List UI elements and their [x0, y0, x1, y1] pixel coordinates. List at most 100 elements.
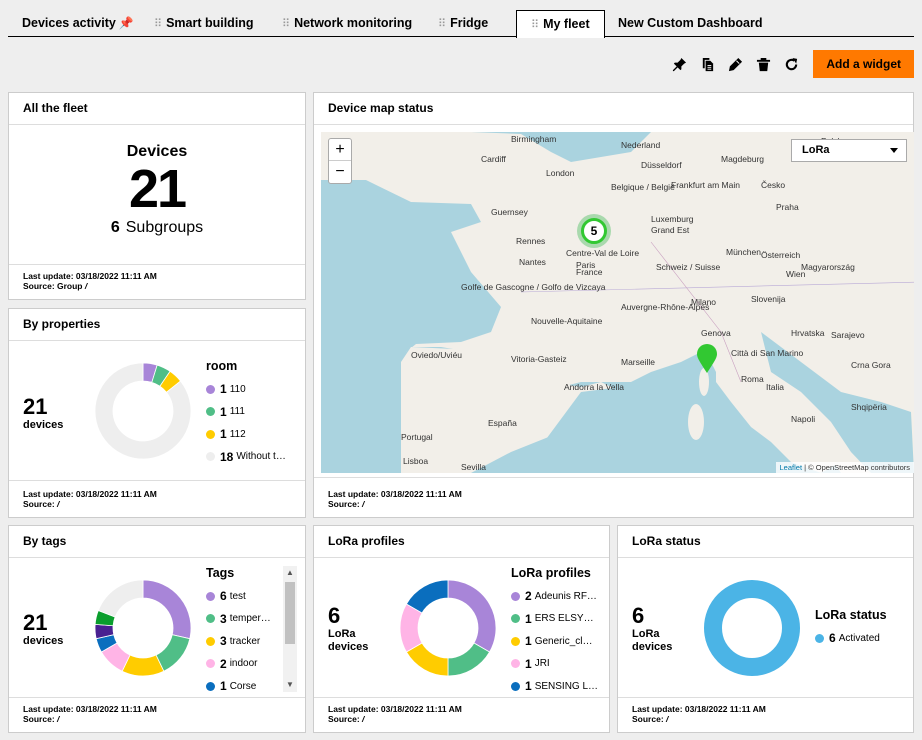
legend-item[interactable]: 3 tracker: [206, 630, 271, 653]
map-marker-icon[interactable]: [696, 344, 718, 374]
osm-credit: | © OpenStreetMap contributors: [802, 463, 910, 472]
pin-icon: 📌: [118, 16, 134, 30]
source-link[interactable]: /: [57, 499, 59, 509]
donut-slice[interactable]: [447, 579, 497, 653]
legend-count: 1: [525, 634, 532, 649]
map-city-label: Grand Est: [651, 225, 690, 235]
tab-my-fleet[interactable]: ⠿ My fleet: [516, 10, 605, 38]
widget-title: By properties: [9, 309, 305, 341]
map-city-label: Napoli: [791, 414, 816, 424]
legend-dot-icon: [511, 614, 520, 624]
legend-count: 6: [220, 589, 227, 604]
widget-footer: Last update: 03/18/2022 11:11 AM Source:…: [23, 271, 157, 291]
legend-item[interactable]: 6 test: [206, 585, 271, 608]
drag-handle-icon[interactable]: ⠿: [154, 18, 162, 30]
legend-dot-icon: [511, 591, 520, 601]
legend-item[interactable]: 3 temper…: [206, 608, 271, 631]
count-label: LoRa: [328, 628, 356, 640]
legend-dot-icon: [511, 636, 520, 646]
tab-fridge[interactable]: ⠿ Fridge: [438, 10, 488, 36]
legend-count: 1: [220, 404, 227, 419]
scroll-down-icon[interactable]: ▼: [283, 678, 297, 692]
legend-item[interactable]: 2 indoor: [206, 653, 271, 676]
map-city-label: Belgique / België: [611, 182, 675, 192]
count-number: 21: [23, 394, 48, 419]
source-link[interactable]: /: [362, 499, 364, 509]
legend-label: JRI: [534, 658, 550, 670]
widget-device-map-status: Device map status Birmingham Cardiff Londo…: [313, 92, 914, 518]
map-city-label: Birmingham: [511, 134, 557, 144]
widget-by-properties: By properties 21 devices room 1 110 1 111 1 1…: [8, 308, 306, 518]
source-link[interactable]: /: [666, 714, 668, 724]
source-link[interactable]: /: [362, 714, 364, 724]
legend-title: room: [206, 359, 238, 373]
legend-dot-icon: [815, 633, 824, 643]
tab-network-monitoring[interactable]: ⠿ Network monitoring: [282, 10, 412, 36]
count-number: 6: [328, 603, 341, 628]
last-update: Last update: 03/18/2022 11:11 AM: [23, 489, 157, 499]
add-widget-button[interactable]: Add a widget: [813, 50, 914, 78]
tab-devices-activity[interactable]: Devices activity 📌: [22, 10, 134, 36]
legend-item[interactable]: 1 Generic_cl…: [511, 630, 598, 653]
legend-dot-icon: [206, 636, 215, 646]
legend-item[interactable]: 18 Without t…: [206, 446, 286, 469]
legend-label: Corse: [229, 680, 257, 692]
donut-slice[interactable]: [704, 580, 800, 676]
donut-slice[interactable]: [142, 579, 192, 640]
legend-count: 3: [220, 611, 227, 626]
device-count: 6 LoRa devices: [328, 604, 368, 654]
drag-handle-icon[interactable]: ⠿: [438, 18, 446, 30]
drag-handle-icon[interactable]: ⠿: [531, 19, 539, 31]
map-city-label: Città di San Marino: [731, 348, 804, 358]
scrollbar-thumb[interactable]: [285, 582, 295, 644]
legend-dot-icon: [206, 452, 215, 462]
tab-smart-building[interactable]: ⠿ Smart building: [154, 10, 254, 36]
drag-handle-icon[interactable]: ⠿: [282, 18, 290, 30]
tags-donut-chart: [94, 579, 192, 677]
source-link[interactable]: /: [85, 281, 87, 291]
count-number: 21: [23, 610, 48, 635]
zoom-control: + −: [328, 138, 352, 184]
device-count: 6 LoRa devices: [632, 604, 672, 654]
legend-count: 2: [220, 656, 227, 671]
pin-icon[interactable]: [665, 50, 693, 78]
scroll-up-icon[interactable]: ▲: [283, 566, 297, 580]
zoom-out-button[interactable]: −: [329, 161, 351, 183]
map-city-label: Milano: [691, 297, 717, 307]
source-link[interactable]: /: [57, 714, 59, 724]
donut-slice[interactable]: [405, 579, 449, 614]
map-city-label: Genova: [701, 328, 731, 338]
legend-item[interactable]: 1 110: [206, 378, 286, 401]
legend-item[interactable]: 1 Corse: [206, 675, 271, 698]
legend-scrollbar[interactable]: ▲ ▼: [283, 566, 297, 692]
devices-count: 21: [128, 159, 187, 219]
legend-item[interactable]: 2 Adeunis RF…: [511, 585, 598, 608]
donut-slice[interactable]: [97, 579, 144, 618]
legend-item[interactable]: 1 JRI: [511, 653, 598, 676]
refresh-icon[interactable]: [777, 50, 805, 78]
legend-item[interactable]: 1 111: [206, 401, 286, 424]
map-city-label: Andorra la Vella: [564, 382, 625, 392]
legend-item[interactable]: 1 SENSING L…: [511, 675, 598, 698]
legend-item[interactable]: 1 ERS ELSY…: [511, 608, 598, 631]
legend-item[interactable]: 6 Activated: [815, 627, 887, 650]
donut-slice[interactable]: [447, 642, 491, 677]
legend-dot-icon: [511, 659, 520, 669]
tab-new-custom-dashboard[interactable]: New Custom Dashboard: [618, 10, 762, 36]
zoom-in-button[interactable]: +: [329, 139, 351, 161]
copy-icon[interactable]: [693, 50, 721, 78]
device-cluster-marker[interactable]: 5: [577, 214, 611, 248]
map-city-label: Sevilla: [461, 462, 487, 472]
legend-dot-icon: [206, 407, 215, 417]
legend-label: temper…: [229, 613, 271, 625]
widget-footer: Last update: 03/18/2022 11:11 AM Source:…: [632, 704, 766, 724]
legend-label: 112: [229, 428, 246, 440]
device-map[interactable]: Birmingham Cardiff London Nederland Düsseldo…: [321, 132, 914, 473]
subgroups-label: Subgroups: [125, 219, 204, 236]
leaflet-link[interactable]: Leaflet: [780, 463, 803, 472]
edit-icon[interactable]: [721, 50, 749, 78]
network-select[interactable]: LoRa: [791, 139, 907, 162]
divider: [618, 697, 913, 698]
legend-item[interactable]: 1 112: [206, 423, 286, 446]
trash-icon[interactable]: [749, 50, 777, 78]
